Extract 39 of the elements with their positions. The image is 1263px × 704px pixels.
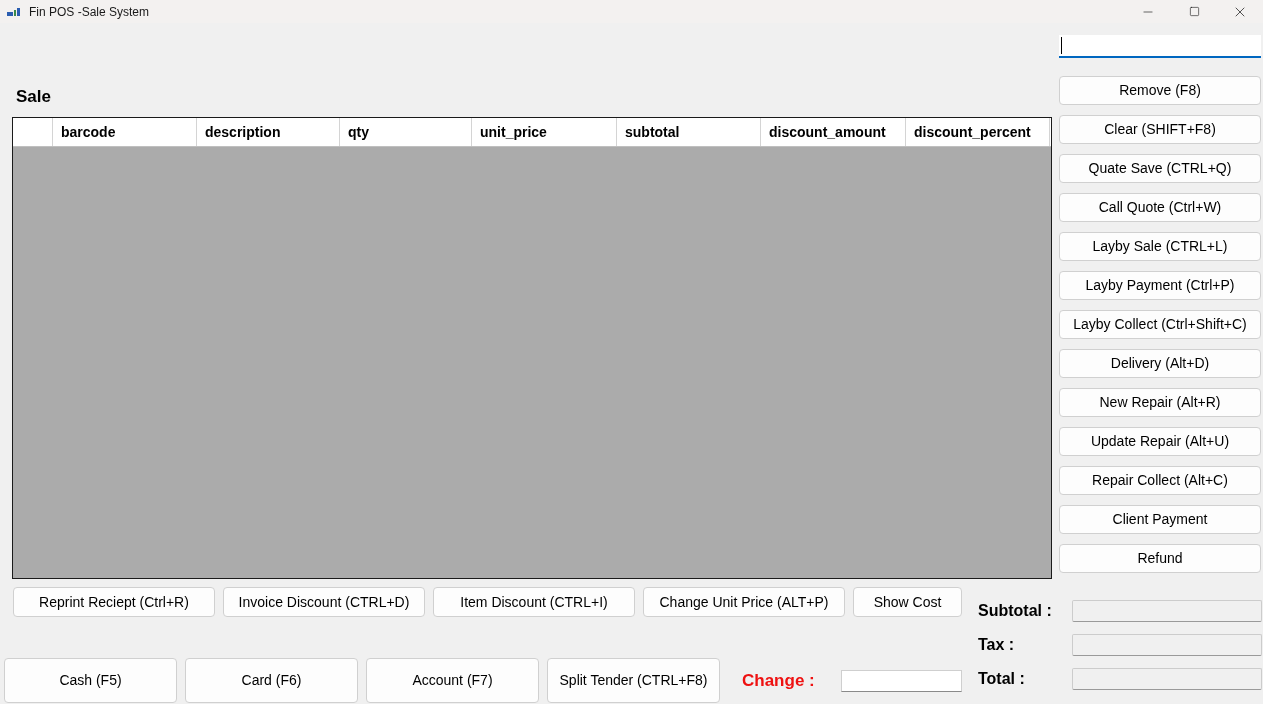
column-header[interactable]: discount_amount	[761, 118, 906, 146]
column-header[interactable]: subtotal	[617, 118, 761, 146]
sale-heading: Sale	[16, 86, 51, 108]
action-button[interactable]: Invoice Discount (CTRL+D)	[223, 587, 425, 617]
scan-field[interactable]	[1059, 35, 1261, 58]
payment-button[interactable]: Split Tender (CTRL+F8)	[547, 658, 720, 703]
app-logo-icon	[7, 7, 20, 16]
action-button[interactable]: Item Discount (CTRL+I)	[433, 587, 635, 617]
change-field[interactable]	[841, 669, 962, 692]
text-cursor-icon	[1061, 37, 1062, 54]
side-button[interactable]: Layby Collect (Ctrl+Shift+C)	[1059, 310, 1261, 339]
side-button[interactable]: Delivery (Alt+D)	[1059, 349, 1261, 378]
window-title: Fin POS -Sale System	[29, 3, 150, 21]
column-header[interactable]: qty	[340, 118, 472, 146]
side-button[interactable]: Quate Save (CTRL+Q)	[1059, 154, 1261, 183]
payment-button[interactable]: Cash (F5)	[4, 658, 177, 703]
side-button[interactable]: Client Payment	[1059, 505, 1261, 534]
side-button[interactable]: Layby Payment (Ctrl+P)	[1059, 271, 1261, 300]
side-button[interactable]: Remove (F8)	[1059, 76, 1261, 105]
payment-button[interactable]: Card (F6)	[185, 658, 358, 703]
side-button[interactable]: Clear (SHIFT+F8)	[1059, 115, 1261, 144]
total-label: Total :	[978, 669, 1026, 689]
side-button[interactable]: Update Repair (Alt+U)	[1059, 427, 1261, 456]
payment-button[interactable]: Account (F7)	[366, 658, 539, 703]
column-header[interactable]: description	[197, 118, 340, 146]
action-button[interactable]: Reprint Reciept (Ctrl+R)	[13, 587, 215, 617]
side-button[interactable]: New Repair (Alt+R)	[1059, 388, 1261, 417]
change-label: Change :	[742, 669, 815, 692]
action-button[interactable]: Show Cost	[853, 587, 962, 617]
side-button[interactable]: Layby Sale (CTRL+L)	[1059, 232, 1261, 261]
side-button[interactable]: Call Quote (Ctrl+W)	[1059, 193, 1261, 222]
side-button[interactable]: Repair Collect (Alt+C)	[1059, 466, 1261, 495]
total-label: Tax :	[978, 635, 1016, 655]
column-header[interactable]: discount_percent	[906, 118, 1050, 146]
column-header[interactable]: unit_price	[472, 118, 617, 146]
action-button[interactable]: Change Unit Price (ALT+P)	[643, 587, 845, 617]
total-label: Subtotal :	[978, 601, 1053, 621]
side-button[interactable]: Refund	[1059, 544, 1261, 573]
column-header[interactable]: barcode	[53, 118, 197, 146]
